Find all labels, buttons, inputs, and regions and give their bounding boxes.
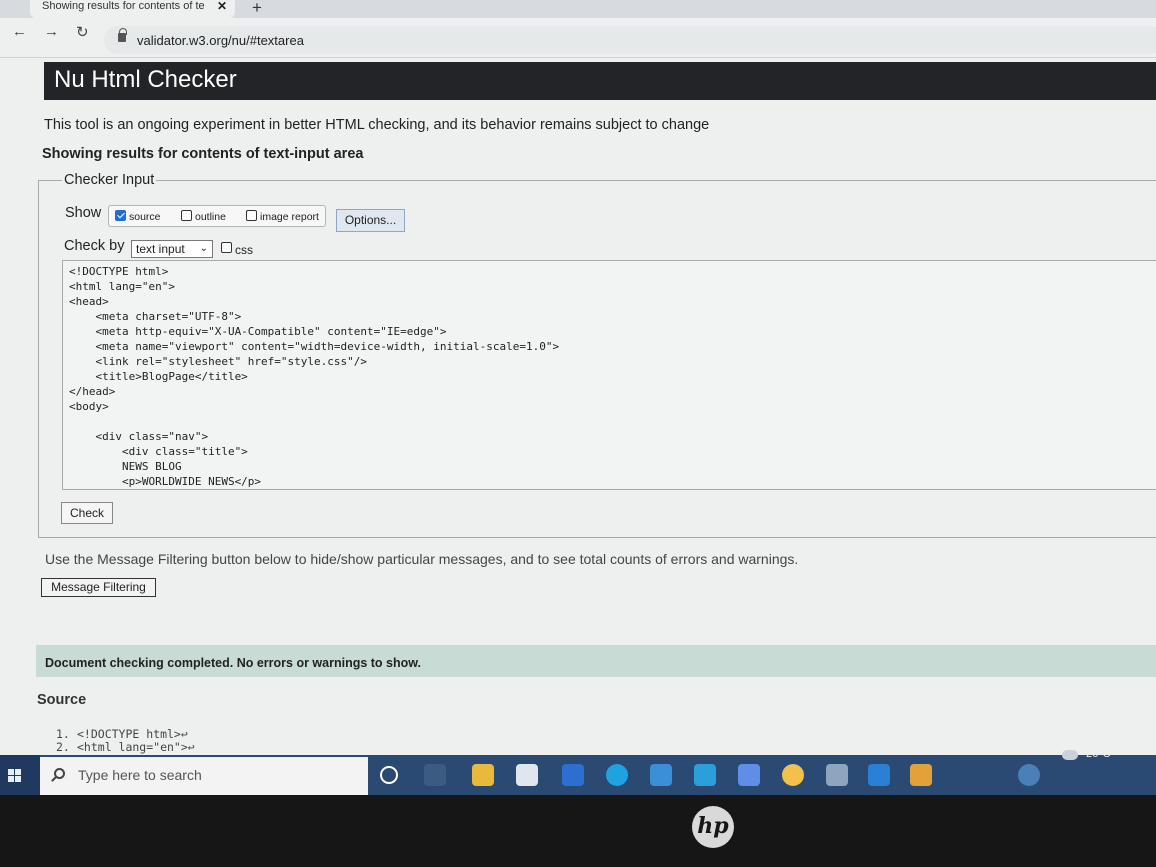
show-options-group: source outline image report: [108, 205, 326, 227]
task-view-icon[interactable]: [424, 764, 446, 786]
checker-input-legend: Checker Input: [62, 172, 157, 188]
taskbar-search-placeholder[interactable]: Type here to search: [78, 767, 202, 783]
check-by-label: Check by: [64, 238, 125, 254]
check-button[interactable]: Check: [61, 502, 113, 524]
options-button[interactable]: Options...: [336, 209, 405, 232]
image-report-checkbox-label[interactable]: image report: [260, 211, 319, 223]
dropbox-icon[interactable]: [562, 764, 584, 786]
edge-icon[interactable]: [606, 764, 628, 786]
status-message: Document checking completed. No errors o…: [45, 656, 421, 670]
tray-caret[interactable]: ^: [1126, 748, 1131, 760]
source-line-number: 1.: [56, 727, 70, 741]
back-arrow-icon[interactable]: ←: [12, 23, 27, 40]
url-text[interactable]: validator.w3.org/nu/#textarea: [137, 33, 304, 48]
tab-title: Showing results for contents of te: [42, 0, 205, 12]
screen: Showing results for contents of te ✕ + ←…: [0, 0, 1156, 800]
browser-tab[interactable]: Showing results for contents of te ✕: [30, 0, 235, 18]
page-title: Nu Html Checker: [54, 66, 237, 93]
intro-text: This tool is an ongoing experiment in be…: [44, 117, 710, 133]
app-icon[interactable]: [694, 764, 716, 786]
cloud-icon: [1062, 750, 1078, 760]
file-explorer-icon[interactable]: [472, 764, 494, 786]
store-icon[interactable]: [516, 764, 538, 786]
weather-temperature[interactable]: 26°C: [1086, 748, 1111, 760]
chevron-down-icon: ⌄: [199, 243, 208, 254]
app-icon[interactable]: [910, 764, 932, 786]
image-report-checkbox[interactable]: [246, 210, 257, 221]
source-textarea[interactable]: <!DOCTYPE html> <html lang="en"> <head> …: [62, 260, 1156, 490]
source-line-code: <!DOCTYPE html>↩: [77, 727, 188, 741]
results-title: Showing results for contents of text-inp…: [42, 146, 364, 162]
show-label: Show: [65, 205, 102, 221]
check-by-select[interactable]: text input ⌄: [131, 240, 213, 258]
help-icon[interactable]: [1018, 764, 1040, 786]
search-icon: [54, 768, 65, 779]
windows-icon[interactable]: [8, 769, 22, 783]
mail-icon[interactable]: [650, 764, 672, 786]
outline-checkbox[interactable]: [181, 210, 192, 221]
message-filtering-button[interactable]: Message Filtering: [41, 578, 156, 597]
laptop-bezel: [0, 795, 1156, 867]
css-checkbox[interactable]: [221, 242, 232, 253]
source-line-number: 2.: [56, 740, 70, 754]
source-heading: Source: [37, 692, 87, 708]
lock-icon[interactable]: [118, 28, 127, 42]
source-checkbox-label[interactable]: source: [129, 211, 161, 223]
app-icon[interactable]: [826, 764, 848, 786]
outline-checkbox-label[interactable]: outline: [195, 211, 226, 223]
vscode-icon[interactable]: [868, 764, 890, 786]
chrome-icon[interactable]: [782, 764, 804, 786]
filter-info-text: Use the Message Filtering button below t…: [45, 551, 799, 567]
page-header: Nu Html Checker: [44, 62, 1156, 100]
css-checkbox-label[interactable]: css: [235, 243, 253, 257]
check-by-value: text input: [136, 242, 185, 256]
close-icon[interactable]: ✕: [217, 0, 227, 12]
cortana-icon[interactable]: [380, 766, 398, 784]
source-line-code: <html lang="en">↩: [77, 740, 195, 754]
source-checkbox[interactable]: [115, 210, 126, 221]
app-icon[interactable]: [738, 764, 760, 786]
hp-logo: hp: [692, 806, 734, 848]
reload-icon[interactable]: ↻: [76, 23, 89, 41]
new-tab-button[interactable]: +: [252, 0, 262, 18]
forward-arrow-icon[interactable]: →: [44, 23, 59, 40]
